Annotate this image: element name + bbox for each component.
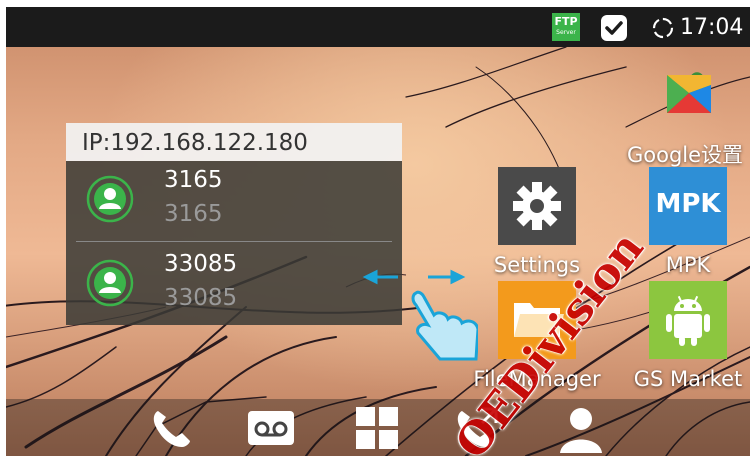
ftp-badge-subtext: Server [556,29,576,36]
contact-number: 3165 [164,201,223,227]
check-notification-icon[interactable] [600,14,628,42]
apps-grid-icon[interactable] [352,403,402,453]
mpk-icon: MPK [649,167,727,245]
ip-address-label: IP:192.168.122.180 [82,130,308,156]
contact-name: 33085 [164,251,238,277]
dock-bar [6,399,750,456]
settings-gear-icon [498,167,576,245]
app-gs-market[interactable]: GS Market [623,281,750,391]
status-bar: FTP Server 17:04 [6,7,750,47]
contacts-widget[interactable]: IP:192.168.122.180 3165 3165 33085 33085 [66,123,402,325]
contact-name: 3165 [164,167,223,193]
app-label: GS Market [633,367,743,391]
contact-number: 33085 [164,285,238,311]
widget-header: IP:192.168.122.180 [66,123,402,161]
ftp-badge-text: FTP [554,15,578,28]
android-robot-icon [649,281,727,359]
widget-contact-list: 3165 3165 33085 33085 [66,161,402,325]
sync-icon [652,17,674,39]
home-screen: FTP Server 17:04 IP:192.168.122.180 3165… [6,7,750,456]
app-label: Google设置 [626,143,744,167]
phone-icon[interactable] [146,403,196,453]
contact-avatar-icon [86,175,134,223]
contact-item[interactable]: 3165 3165 [66,161,402,241]
app-settings[interactable]: Settings [472,167,602,277]
swipe-gesture-icon [362,269,478,361]
ftp-server-icon[interactable]: FTP Server [552,13,580,41]
contact-item[interactable]: 33085 33085 [66,245,402,325]
mpk-tile-text: MPK [655,189,721,219]
status-clock: 17:04 [680,15,744,40]
app-mpk[interactable]: MPK MPK [623,167,750,277]
google-settings-icon [667,72,711,113]
contact-divider [76,241,392,242]
voicemail-icon[interactable] [246,403,296,453]
contact-avatar-icon [86,259,134,307]
contacts-icon[interactable] [556,403,606,453]
app-google-settings[interactable]: Google设置 [620,55,750,167]
